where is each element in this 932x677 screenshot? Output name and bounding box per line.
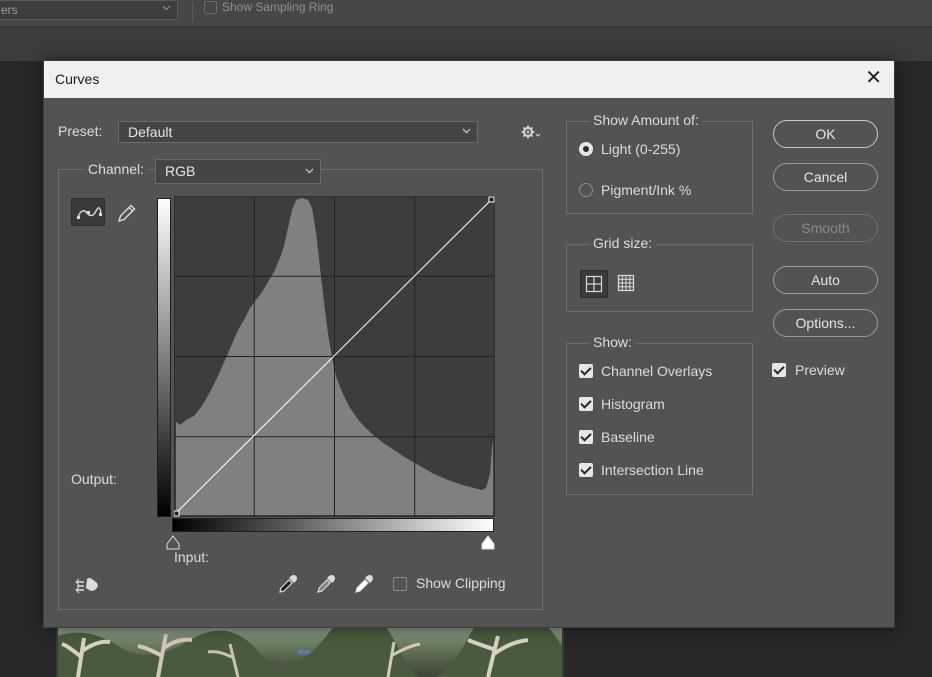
pigment-ink-radio-label: Pigment/Ink %: [601, 182, 692, 198]
light-radio[interactable]: [579, 142, 593, 156]
input-label: Input:: [174, 549, 210, 565]
light-radio-label: Light (0-255): [601, 141, 681, 157]
preset-label: Preset:: [58, 123, 103, 139]
grid-10x10-icon: [617, 274, 635, 292]
channel-overlays-checkbox[interactable]: [579, 364, 593, 378]
curves-dialog: Curves ✕ Preset: Default Channel: RGB Ou…: [43, 60, 895, 628]
output-gradient-bar: [157, 198, 171, 517]
dialog-titlebar: Curves ✕: [44, 61, 894, 98]
pencil-icon: [117, 204, 136, 223]
intersection-line-checkbox[interactable]: [579, 463, 593, 477]
show-options-title: Show:: [589, 334, 636, 350]
ok-button[interactable]: OK: [773, 120, 878, 148]
chevron-down-icon: [162, 5, 171, 11]
document-tabs-bar: [0, 27, 932, 61]
preview-label: Preview: [795, 362, 845, 378]
white-eyedropper-icon[interactable]: [353, 573, 375, 595]
show-clipping-label: Show Clipping: [416, 575, 506, 591]
channel-label: Channel:: [84, 161, 149, 177]
white-point-slider[interactable]: [481, 535, 495, 551]
preset-select[interactable]: Default: [118, 121, 478, 143]
options-button[interactable]: Options...: [773, 309, 878, 337]
channel-overlays-label: Channel Overlays: [601, 363, 713, 379]
black-eyedropper-icon[interactable]: [277, 573, 299, 595]
output-label: Output:: [71, 471, 117, 487]
histogram-label: Histogram: [601, 396, 665, 412]
pigment-ink-radio[interactable]: [579, 183, 593, 197]
close-icon[interactable]: ✕: [865, 68, 882, 88]
curve-tool-icon: [77, 207, 102, 219]
preset-select-value: Default: [128, 124, 173, 140]
dialog-title: Curves: [55, 71, 100, 87]
gray-eyedropper-icon[interactable]: [315, 573, 337, 595]
gear-icon[interactable]: [521, 124, 541, 140]
baseline-label: Baseline: [601, 429, 655, 445]
input-gradient-bar: [172, 518, 494, 532]
histogram-checkbox[interactable]: [579, 397, 593, 411]
detailed-grid-button[interactable]: [613, 270, 641, 298]
curve-point-highlights[interactable]: [488, 196, 495, 203]
pencil-tool-button[interactable]: [110, 198, 144, 226]
grid-size-title: Grid size:: [589, 235, 657, 251]
show-sampling-ring-checkbox[interactable]: [204, 1, 217, 14]
sample-layers-dropdown-text: ers: [1, 3, 18, 17]
auto-button[interactable]: Auto: [773, 266, 878, 294]
intersection-line-label: Intersection Line: [601, 462, 704, 478]
cancel-button[interactable]: Cancel: [773, 163, 878, 191]
document-photo: [58, 626, 562, 677]
edit-points-tool-button[interactable]: [71, 198, 105, 226]
channel-select[interactable]: RGB: [155, 159, 321, 184]
channel-select-value: RGB: [165, 163, 196, 179]
smooth-button[interactable]: Smooth: [773, 214, 878, 242]
baseline-checkbox[interactable]: [579, 430, 593, 444]
chevron-down-icon: [305, 168, 314, 174]
sample-layers-dropdown[interactable]: ers: [0, 0, 178, 20]
simple-grid-button[interactable]: [580, 270, 608, 298]
grid-4x4-icon: [585, 275, 603, 293]
divider: [192, 2, 193, 22]
curve-point-shadows[interactable]: [174, 510, 180, 517]
on-image-adjustment-icon[interactable]: [75, 573, 101, 597]
tree-branches-image: [58, 626, 562, 677]
preview-checkbox[interactable]: [772, 363, 786, 377]
show-amount-group: Show Amount of:: [566, 112, 753, 214]
show-amount-title: Show Amount of:: [589, 112, 703, 128]
show-clipping-checkbox[interactable]: [393, 577, 407, 591]
options-bar: ers Show Sampling Ring: [0, 0, 932, 27]
curve-graph[interactable]: [174, 196, 495, 517]
chevron-down-icon: [462, 128, 471, 134]
show-sampling-ring-label: Show Sampling Ring: [222, 0, 334, 14]
